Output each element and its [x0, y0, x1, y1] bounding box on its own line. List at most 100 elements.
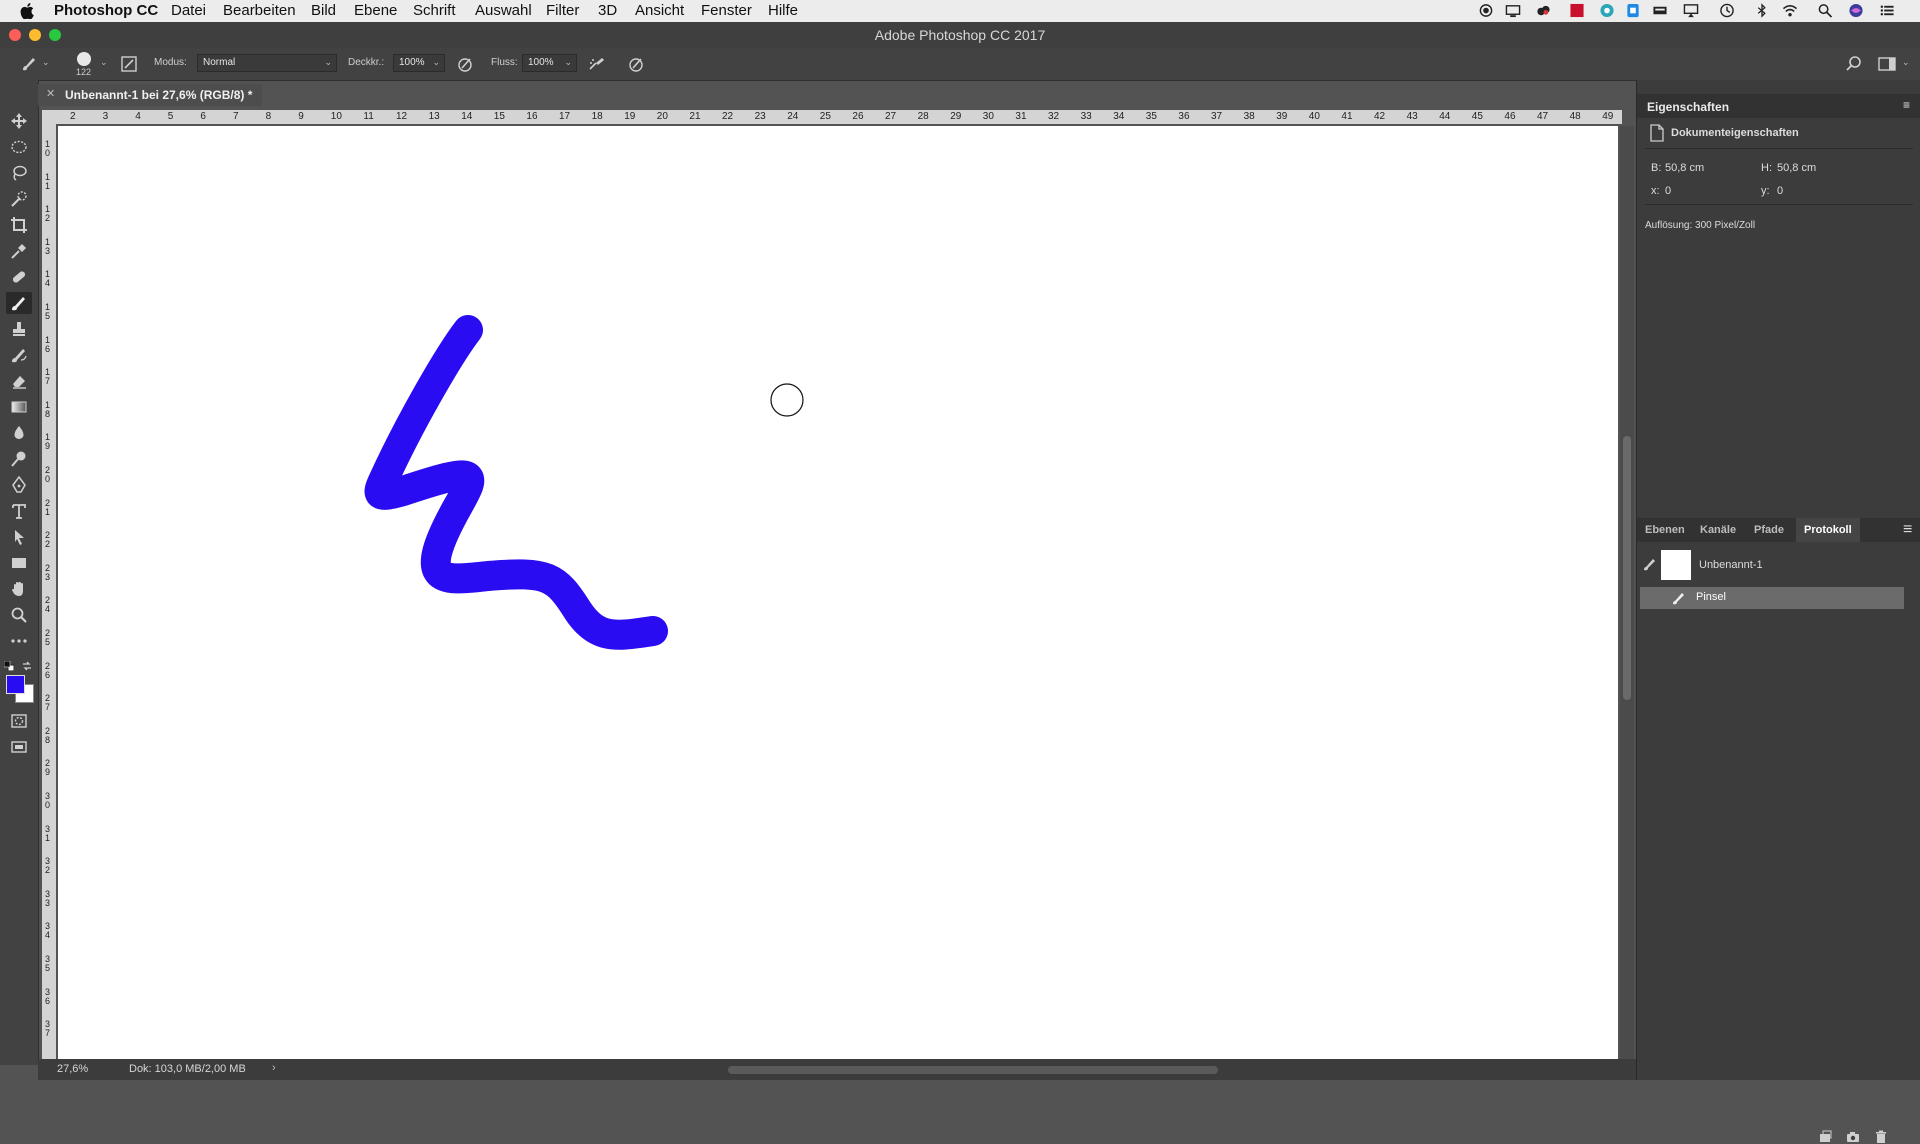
foreground-color-swatch[interactable] [6, 675, 25, 694]
screen-mode-button[interactable] [6, 736, 32, 758]
zoom-level[interactable]: 27,6% [57, 1063, 88, 1075]
ruler-tick-label: 29 [950, 111, 962, 122]
divider [1645, 204, 1913, 205]
display-icon[interactable] [1505, 3, 1521, 18]
airbrush-icon[interactable] [588, 55, 606, 73]
airplay-icon[interactable] [1683, 3, 1699, 18]
spotlight-search-icon[interactable] [1817, 3, 1833, 18]
document-tab[interactable]: ✕ Unbenannt-1 bei 27,6% (RGB/8) * [38, 84, 262, 106]
sync-icon[interactable] [1599, 3, 1615, 18]
ruler-tick-label: 38 [1243, 111, 1255, 122]
move-tool[interactable] [6, 110, 32, 132]
tab-layers[interactable]: Ebenen [1637, 518, 1693, 542]
brush-preset-icon[interactable] [20, 55, 38, 73]
type-tool[interactable] [6, 500, 32, 522]
menu-app[interactable]: Photoshop CC [54, 2, 158, 19]
brush-tip-preview[interactable] [77, 52, 91, 66]
chevron-right-icon[interactable]: › [272, 1062, 276, 1074]
document-canvas[interactable] [58, 126, 1618, 1059]
lasso-tool[interactable] [6, 162, 32, 184]
mode-dropdown[interactable]: Normal ⌄ [197, 54, 337, 72]
tab-history[interactable]: Protokoll [1796, 518, 1860, 542]
new-document-from-state-icon[interactable] [1818, 1130, 1832, 1144]
chevron-down-icon[interactable]: ⌄ [42, 57, 50, 68]
flow-field[interactable]: 100% ⌄ [522, 54, 577, 72]
clone-stamp-tool[interactable] [6, 318, 32, 340]
scrollbar-thumb[interactable] [1623, 436, 1631, 700]
menu-3d[interactable]: 3D [598, 2, 617, 19]
menu-auswahl[interactable]: Auswahl [475, 2, 532, 19]
search-icon[interactable] [1845, 55, 1863, 73]
rectangle-tool[interactable] [6, 552, 32, 574]
brush-tool[interactable] [6, 292, 32, 314]
pressure-size-icon[interactable] [627, 55, 645, 73]
workspace-icon[interactable] [1878, 56, 1896, 72]
ruler-tick-label: 42 [1374, 111, 1386, 122]
ruler-tick-label: 31 [45, 823, 51, 843]
height-value[interactable]: 50,8 cm [1777, 162, 1816, 174]
history-snapshot[interactable]: Unbenannt-1 [1640, 550, 1904, 580]
blue-app-icon[interactable] [1625, 3, 1641, 18]
camera-icon[interactable] [1846, 1130, 1860, 1144]
horizontal-scrollbar[interactable] [728, 1066, 1218, 1074]
blur-tool[interactable] [6, 422, 32, 444]
history-brush-tool[interactable] [6, 344, 32, 366]
chevron-down-icon[interactable]: ⌄ [1902, 57, 1910, 68]
chevron-down-icon: ⌄ [432, 57, 440, 67]
drive-icon[interactable] [1652, 3, 1668, 18]
eraser-tool[interactable] [6, 370, 32, 392]
crop-tool[interactable] [6, 214, 32, 236]
menu-ansicht[interactable]: Ansicht [635, 2, 684, 19]
menu-filter[interactable]: Filter [546, 2, 579, 19]
brush-panel-toggle-icon[interactable] [121, 56, 137, 72]
menu-ebene[interactable]: Ebene [354, 2, 397, 19]
quick-mask-button[interactable] [6, 710, 32, 732]
record-icon[interactable] [1478, 3, 1494, 18]
history-step[interactable]: Pinsel [1640, 587, 1904, 609]
time-machine-icon[interactable] [1719, 3, 1735, 18]
tab-paths[interactable]: Pfade [1746, 518, 1792, 542]
hand-tool[interactable] [6, 578, 32, 600]
healing-brush-tool[interactable] [6, 266, 32, 288]
dodge-tool[interactable] [6, 448, 32, 470]
apple-icon[interactable] [20, 3, 34, 19]
bluetooth-icon[interactable] [1754, 3, 1770, 18]
menu-fenster[interactable]: Fenster [701, 2, 752, 19]
opacity-field[interactable]: 100% ⌄ [393, 54, 445, 72]
notification-center-icon[interactable] [1879, 3, 1895, 18]
vertical-ruler[interactable]: 10 11 12 13 14 15 16 17 18 19 20 21 22 23 24 25 26 27 28 29… [42, 110, 56, 1060]
gradient-tool[interactable] [6, 396, 32, 418]
default-colors-icon[interactable] [4, 661, 14, 671]
path-selection-tool[interactable] [6, 526, 32, 548]
quick-selection-tool[interactable] [6, 188, 32, 210]
more-tools[interactable] [6, 630, 32, 652]
horizontal-ruler[interactable]: 2 3 4 5 6 7 8 9 10 11 12 13 14 15 16 17 18 19 20 21 22 23 24 25… [42, 110, 1622, 124]
width-value[interactable]: 50,8 cm [1665, 162, 1704, 174]
siri-icon[interactable] [1848, 3, 1864, 18]
menu-schrift[interactable]: Schrift [413, 2, 456, 19]
menu-bearbeiten[interactable]: Bearbeiten [223, 2, 296, 19]
menu-datei[interactable]: Datei [171, 2, 206, 19]
pressure-opacity-icon[interactable] [456, 55, 474, 73]
chevron-down-icon[interactable]: ⌄ [100, 57, 108, 68]
vertical-scrollbar[interactable] [1620, 126, 1634, 1059]
eyedropper-tool[interactable] [6, 240, 32, 262]
close-tab-icon[interactable]: ✕ [46, 87, 55, 100]
y-value[interactable]: 0 [1777, 185, 1783, 197]
trash-icon[interactable] [1874, 1130, 1888, 1144]
history-brush-source-icon[interactable] [1643, 557, 1657, 571]
pen-tool[interactable] [6, 474, 32, 496]
menu-bild[interactable]: Bild [311, 2, 336, 19]
panel-menu-icon[interactable]: ≡ [1903, 521, 1912, 539]
creative-cloud-icon[interactable] [1535, 3, 1551, 18]
zoom-tool[interactable] [6, 604, 32, 626]
red-app-icon[interactable] [1569, 3, 1585, 18]
marquee-tool[interactable] [6, 136, 32, 158]
panel-menu-icon[interactable]: ≡ [1903, 98, 1910, 112]
menu-hilfe[interactable]: Hilfe [768, 2, 798, 19]
ruler-tick-label: 10 [330, 111, 342, 122]
wifi-icon[interactable] [1782, 3, 1798, 18]
swap-colors-icon[interactable] [22, 661, 32, 671]
tab-channels[interactable]: Kanäle [1692, 518, 1744, 542]
x-value[interactable]: 0 [1665, 185, 1671, 197]
